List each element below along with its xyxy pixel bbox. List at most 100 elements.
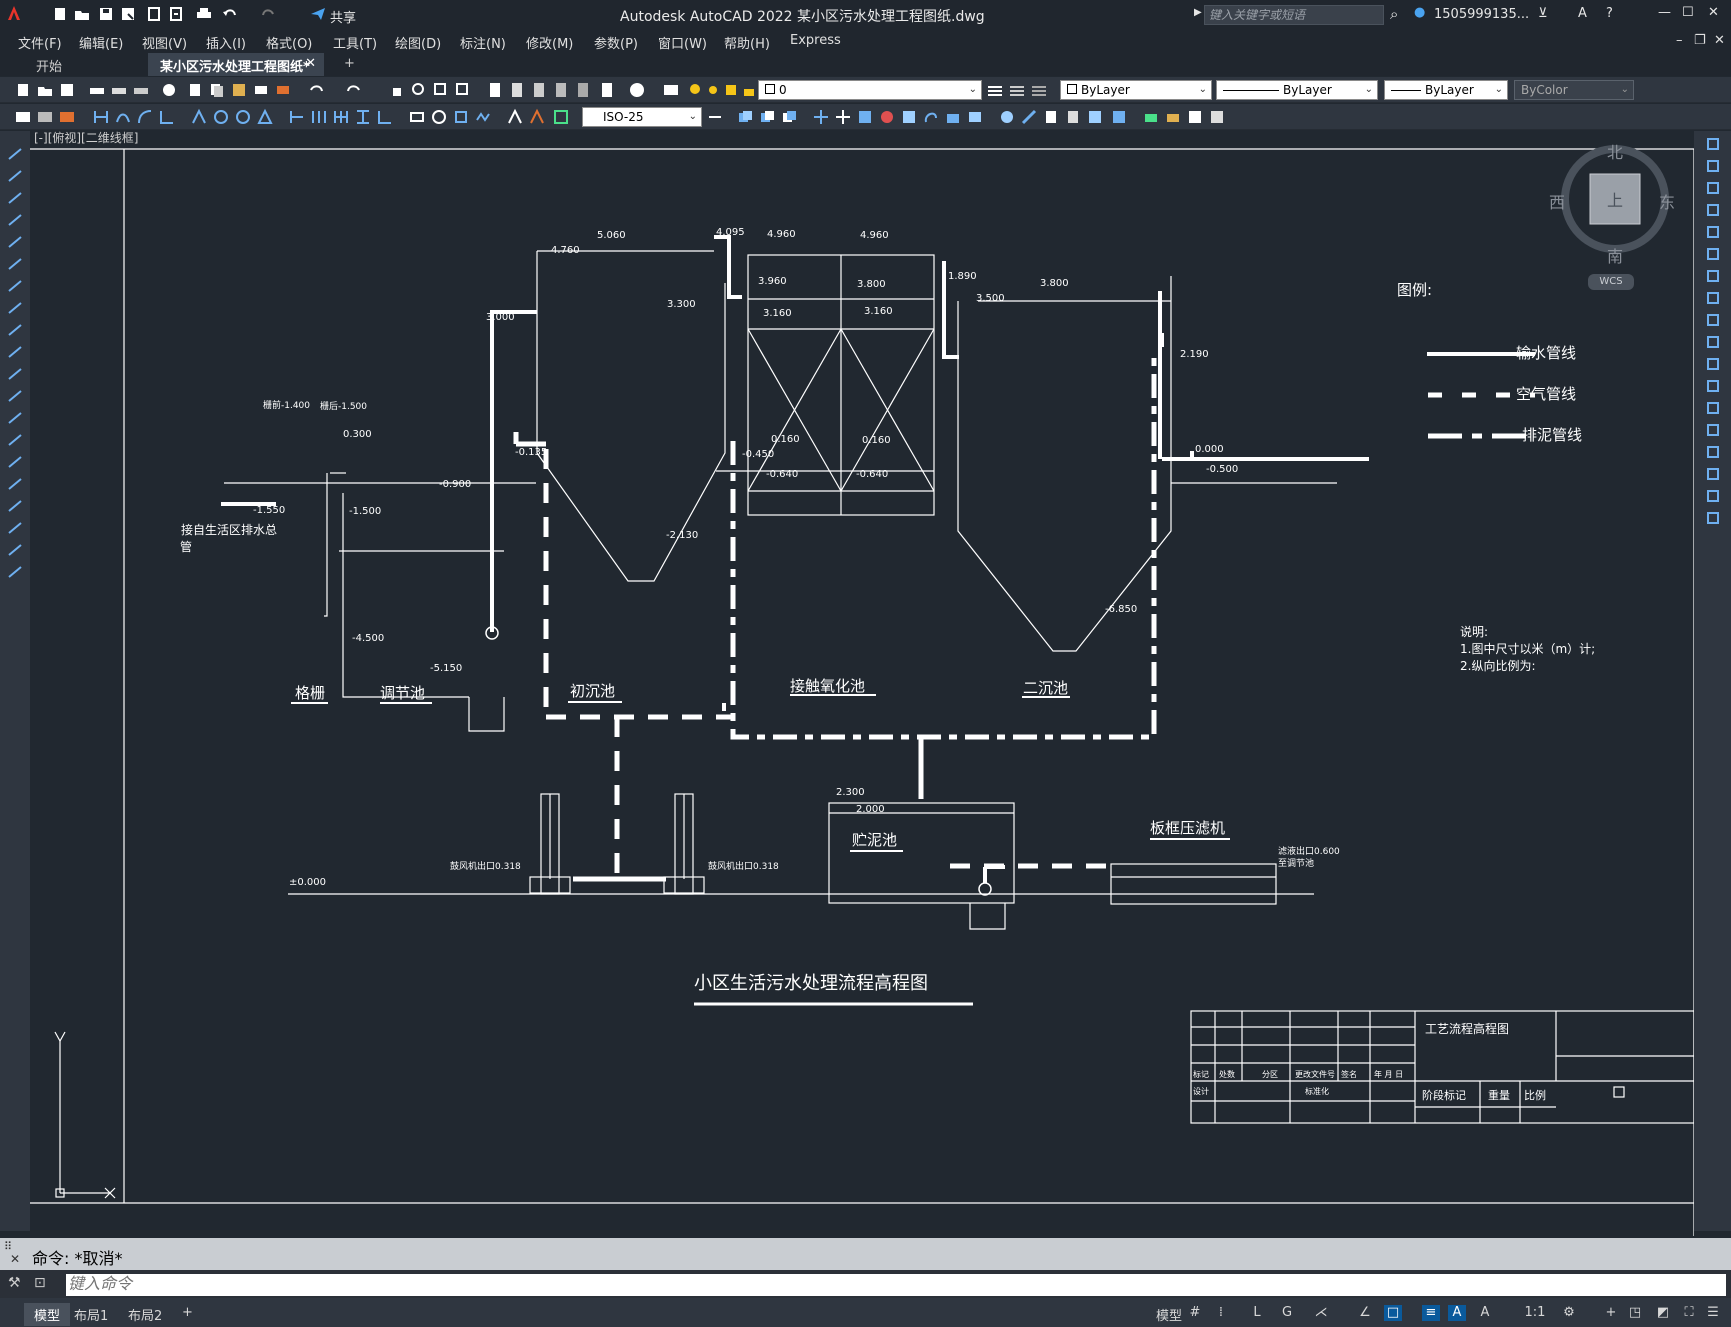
copy-icon[interactable]: [208, 81, 226, 99]
table-icon[interactable]: [6, 519, 24, 537]
menu-dimension[interactable]: 标注(N): [460, 33, 506, 52]
dim-space-icon[interactable]: [332, 108, 350, 126]
dim-jogged-icon[interactable]: [190, 108, 208, 126]
menu-file[interactable]: 文件(F): [18, 33, 62, 52]
tab-start[interactable]: 开始: [24, 53, 144, 76]
design-center-palette-icon[interactable]: [508, 81, 526, 99]
chamfer-icon[interactable]: [1704, 443, 1722, 461]
ortho-icon[interactable]: L: [1248, 1305, 1266, 1321]
plot-icon[interactable]: [196, 6, 212, 22]
paste-icon[interactable]: [230, 81, 248, 99]
region-icon[interactable]: [6, 497, 24, 515]
mirror-icon[interactable]: [856, 108, 874, 126]
new-tab-button[interactable]: +: [332, 53, 362, 76]
properties-icon[interactable]: [486, 81, 504, 99]
zoom-previous-icon[interactable]: [454, 81, 472, 99]
layer-state-icon[interactable]: [1030, 81, 1048, 99]
preview-icon[interactable]: [110, 81, 128, 99]
design-center-icon[interactable]: [160, 81, 178, 99]
stretch-icon[interactable]: [1704, 311, 1722, 329]
copy-icon[interactable]: [1704, 157, 1722, 175]
undo-icon[interactable]: [222, 6, 238, 22]
intersect-icon[interactable]: [780, 108, 798, 126]
subtract-icon[interactable]: [758, 108, 776, 126]
scale-icon[interactable]: [1704, 289, 1722, 307]
osnap-icon[interactable]: □: [1384, 1305, 1402, 1321]
layer-previous-icon[interactable]: [1008, 81, 1026, 99]
save-icon[interactable]: [58, 81, 76, 99]
dim-angular-icon[interactable]: [234, 108, 252, 126]
erase-icon[interactable]: [1704, 135, 1722, 153]
quickcalc-icon[interactable]: [598, 81, 616, 99]
chamfer-icon[interactable]: [1086, 108, 1104, 126]
osnap-tracking-icon[interactable]: ∠: [1356, 1305, 1374, 1321]
add-selected-icon[interactable]: [6, 563, 24, 581]
viewcube[interactable]: 北 南 东 西 上: [1549, 139, 1675, 266]
grid-icon[interactable]: #: [1186, 1305, 1204, 1321]
dim-quick-icon[interactable]: [256, 108, 274, 126]
annotation-scale[interactable]: 1:1: [1520, 1305, 1550, 1321]
plot-icon[interactable]: [88, 81, 106, 99]
arc-icon[interactable]: [6, 255, 24, 273]
dim-linear-icon[interactable]: [36, 108, 54, 126]
revision-cloud-icon[interactable]: [6, 299, 24, 317]
menu-insert[interactable]: 插入(I): [206, 33, 246, 52]
qnew-icon[interactable]: [14, 81, 32, 99]
move-icon[interactable]: [812, 108, 830, 126]
menu-parametric[interactable]: 参数(P): [594, 33, 638, 52]
construction-line-icon[interactable]: [6, 167, 24, 185]
polygon-icon[interactable]: [6, 211, 24, 229]
viewcube-north[interactable]: 北: [1607, 139, 1623, 163]
autocad-logo-icon[interactable]: [6, 5, 22, 21]
stretch-icon[interactable]: [966, 108, 984, 126]
lineweight-dropdown[interactable]: ByLayer ⌄: [1384, 80, 1508, 100]
save-web-icon[interactable]: [168, 6, 184, 22]
redo-icon[interactable]: [344, 81, 362, 99]
clean-screen-icon[interactable]: ⛶: [1680, 1305, 1698, 1321]
dim-diameter-icon[interactable]: [212, 108, 230, 126]
search-input[interactable]: 键入关键字或短语: [1204, 5, 1384, 25]
fillet-icon[interactable]: [1704, 465, 1722, 483]
menu-draw[interactable]: 绘图(D): [395, 33, 441, 52]
dim-textedit-icon[interactable]: [506, 108, 524, 126]
a360-icon[interactable]: A: [1578, 6, 1587, 21]
rotate-icon[interactable]: [1704, 267, 1722, 285]
sheet-set-icon[interactable]: [552, 81, 570, 99]
help-icon[interactable]: [628, 81, 646, 99]
insert-block-icon[interactable]: [6, 387, 24, 405]
annotation-visibility-icon[interactable]: A: [1448, 1305, 1466, 1321]
rectangle-icon[interactable]: [6, 233, 24, 251]
workspace-gear-icon[interactable]: ⚙: [1560, 1305, 1578, 1321]
menu-help[interactable]: 帮助(H): [724, 33, 770, 52]
menu-modify[interactable]: 修改(M): [526, 33, 573, 52]
group-icon[interactable]: [1164, 108, 1182, 126]
dim-radius-icon[interactable]: [158, 108, 176, 126]
gradient-icon[interactable]: [6, 475, 24, 493]
trim-icon[interactable]: [998, 108, 1016, 126]
rotate-icon[interactable]: [922, 108, 940, 126]
menu-tools[interactable]: 工具(T): [333, 33, 377, 52]
zoom-realtime-icon[interactable]: [410, 81, 428, 99]
dim-ordinate-icon[interactable]: [136, 108, 154, 126]
dim-baseline-icon[interactable]: [288, 108, 306, 126]
scale-icon[interactable]: [944, 108, 962, 126]
lineweight-icon[interactable]: ≡: [1422, 1305, 1440, 1321]
array-icon[interactable]: [900, 108, 918, 126]
doc-restore-button[interactable]: ❐: [1694, 33, 1706, 48]
isodraft-icon[interactable]: ⋌: [1312, 1305, 1330, 1321]
layout-tab-2[interactable]: 布局2: [118, 1303, 172, 1326]
add-layout-button[interactable]: +: [172, 1303, 203, 1322]
qdim-icon[interactable]: [14, 108, 32, 126]
block-editor-icon[interactable]: [274, 81, 292, 99]
explode-icon[interactable]: [1142, 108, 1160, 126]
menu-window[interactable]: 窗口(W): [658, 33, 707, 52]
wrench-icon[interactable]: ⚒: [8, 1275, 21, 1291]
search-icon[interactable]: ⌕: [1390, 5, 1398, 23]
menu-format[interactable]: 格式(O): [266, 33, 312, 52]
markup-icon[interactable]: [574, 81, 592, 99]
draworder-icon[interactable]: [1208, 108, 1226, 126]
break-icon[interactable]: [1042, 108, 1060, 126]
make-block-icon[interactable]: [6, 409, 24, 427]
blend-curves-icon[interactable]: [1704, 487, 1722, 505]
jogged-linear-icon[interactable]: [452, 108, 470, 126]
